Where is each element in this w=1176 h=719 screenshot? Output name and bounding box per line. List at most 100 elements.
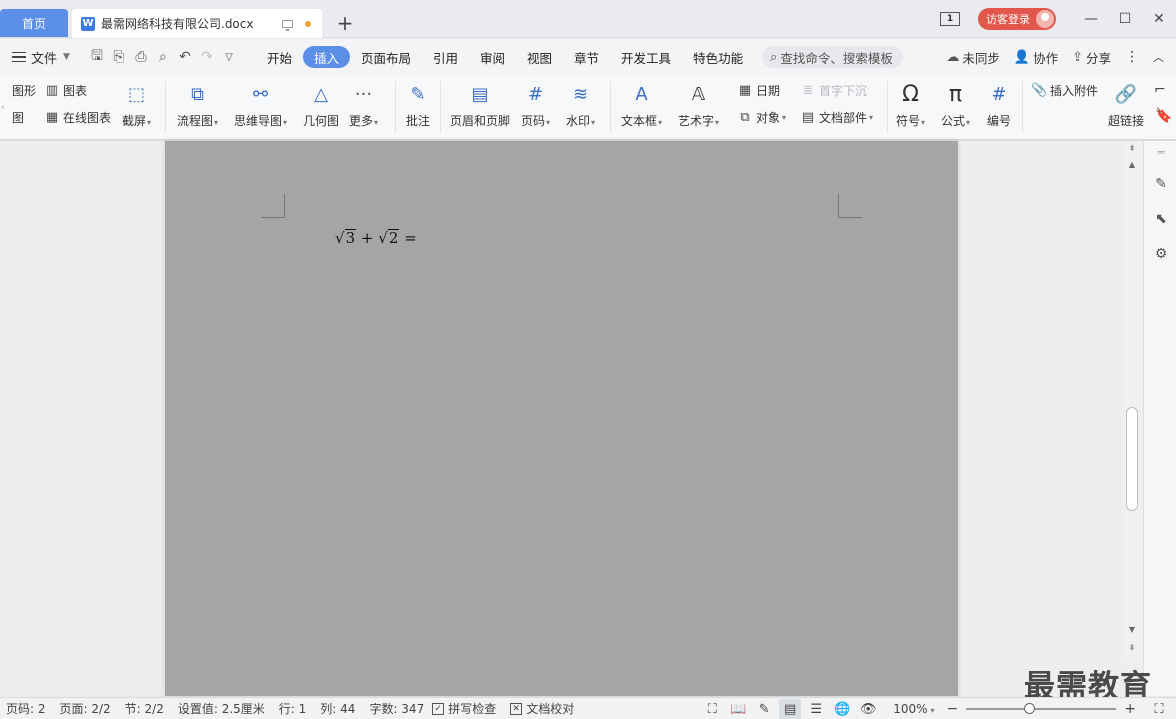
vertical-scrollbar[interactable]: ⇞ ▲ ▼ ⇟ — [1124, 141, 1140, 661]
symbol-button[interactable]: Ω 符号▾ — [896, 79, 925, 129]
print-icon[interactable]: ⎙ — [130, 49, 152, 65]
date-button[interactable]: ▦ 日期 — [737, 82, 780, 99]
shape-button[interactable]: 图形 — [12, 82, 36, 99]
tab-insert[interactable]: 插入 — [302, 46, 350, 68]
new-tab-plus-icon[interactable]: + — [336, 11, 354, 35]
fit-page-icon[interactable]: ⛶ — [1148, 699, 1170, 719]
header-footer-button[interactable]: ▤ 页眉和页脚 — [450, 79, 510, 129]
document-tab[interactable]: W 最需网络科技有限公司.docx — [72, 9, 322, 38]
zoom-slider-knob[interactable] — [1024, 703, 1036, 714]
object-button[interactable]: ⧉ 对象 ▾ — [737, 109, 786, 126]
scroll-up-icon[interactable]: ▲ — [1127, 160, 1137, 170]
hyperlink-button[interactable]: 🔗 超链接 — [1108, 79, 1144, 129]
collaborate-button[interactable]: 👤 协作 — [1014, 48, 1058, 67]
tab-page-layout[interactable]: 页面布局 — [350, 46, 422, 68]
zoom-out-icon[interactable]: − — [947, 701, 959, 717]
mindmap-button[interactable]: ⚯ 思维导图▾ — [234, 79, 287, 129]
doc-proofread-button[interactable]: ✕ 文档校对 — [510, 700, 574, 717]
undo-icon[interactable]: ↶ — [174, 49, 196, 65]
save-icon[interactable]: 🖫 — [86, 45, 108, 69]
tab-chapter[interactable]: 章节 — [563, 46, 610, 68]
adjust-sliders-icon[interactable]: ⚙ — [1153, 246, 1169, 262]
edit-mode-icon[interactable]: ✎ — [753, 699, 775, 719]
close-icon[interactable]: ✕ — [1142, 0, 1176, 38]
shape-label: 图形 — [12, 84, 37, 98]
more-options-icon[interactable]: ⋮ — [1125, 49, 1139, 65]
fullscreen-icon[interactable]: ⛶ — [701, 699, 723, 719]
status-row[interactable]: 行: 1 — [279, 700, 307, 717]
page-number-button[interactable]: # 页码▾ — [521, 79, 550, 129]
scroll-top-icon[interactable]: ⇞ — [1127, 144, 1137, 154]
tab-review[interactable]: 审阅 — [469, 46, 516, 68]
document-page[interactable]: √3 + √2 = — [165, 141, 958, 696]
crossref-icon[interactable]: ⌐ — [1154, 82, 1166, 98]
watermark-button[interactable]: ≋ 水印▾ — [566, 79, 595, 129]
zoom-slider[interactable] — [966, 703, 1117, 714]
status-pages[interactable]: 页面: 2/2 — [60, 700, 111, 717]
tab-start[interactable]: 开始 — [256, 46, 303, 68]
eye-protection-icon[interactable]: 👁 — [857, 699, 879, 719]
command-search-input[interactable]: ⌕ 查找命令、搜索模板 — [762, 46, 903, 68]
tab-references[interactable]: 引用 — [422, 46, 469, 68]
screenshot-button[interactable]: ⬚ 截屏▾ — [122, 79, 151, 129]
spell-check-button[interactable]: ✓ 拼写检查 — [432, 700, 496, 717]
panel-handle-icon[interactable]: ═ — [1153, 146, 1169, 162]
flowchart-button[interactable]: ⧉ 流程图▾ — [177, 79, 218, 129]
print-preview-icon[interactable]: ⌕ — [152, 49, 174, 65]
wordart-button[interactable]: 𝔸 艺术字▾ — [678, 79, 719, 129]
chevron-down-icon: ▼ — [63, 52, 70, 62]
home-tab[interactable]: 首页 — [0, 9, 68, 37]
doc-parts-button[interactable]: ▤ 文档部件 ▾ — [800, 109, 873, 126]
status-section[interactable]: 节: 2/2 — [125, 700, 164, 717]
minimize-icon[interactable]: — — [1074, 0, 1108, 38]
tab-developer[interactable]: 开发工具 — [610, 46, 682, 68]
insert-attachment-button[interactable]: 📎 插入附件 — [1031, 82, 1098, 99]
picture-button[interactable]: 图 — [12, 109, 24, 126]
ribbon-scroll-left-icon[interactable]: ‹ — [1, 103, 5, 113]
share-button[interactable]: ⇪ 分享 — [1072, 48, 1111, 67]
online-chart-button[interactable]: ▦ 在线图表 — [44, 109, 111, 126]
status-col[interactable]: 列: 44 — [320, 700, 355, 717]
formula-equation[interactable]: √3 + √2 = — [335, 229, 417, 247]
zoom-level[interactable]: 100% ▾ — [893, 702, 934, 716]
sync-button[interactable]: ☁ 未同步 — [946, 48, 1000, 67]
pen-icon[interactable]: ✎ — [1153, 176, 1169, 192]
tab-special[interactable]: 特色功能 — [682, 46, 754, 68]
scroll-down-icon[interactable]: ▼ — [1127, 625, 1137, 635]
monitor-icon[interactable] — [282, 19, 293, 31]
collapse-ribbon-icon[interactable]: ︿ — [1153, 49, 1164, 65]
formula-label: 公式 — [941, 114, 966, 128]
comment-button[interactable]: ✎ 批注 — [405, 79, 431, 129]
maximize-icon[interactable]: ☐ — [1108, 0, 1142, 38]
reading-mode-icon[interactable]: 📖 — [727, 699, 749, 719]
outline-view-icon[interactable]: ☰ — [805, 699, 827, 719]
chart-button[interactable]: ▥ 图表 — [44, 82, 87, 99]
redo-icon[interactable]: ↷ — [196, 49, 218, 65]
web-view-icon[interactable]: 🌐 — [831, 699, 853, 719]
status-page-code[interactable]: 页码: 2 — [6, 700, 46, 717]
textbox-button[interactable]: A 文本框▾ — [621, 79, 662, 129]
status-setting[interactable]: 设置值: 2.5厘米 — [178, 700, 265, 717]
avatar — [1036, 10, 1054, 28]
status-word-count[interactable]: 字数: 347 — [369, 700, 424, 717]
page-indicator-icon[interactable]: 1 — [940, 12, 960, 26]
customize-chevron-icon[interactable]: ▽ — [218, 52, 240, 63]
formula-button[interactable]: π 公式▾ — [941, 79, 970, 129]
geometry-button[interactable]: △ 几何图 — [303, 79, 339, 129]
format-painter-icon[interactable]: ⎘ — [108, 49, 130, 65]
cursor-icon[interactable]: ⬉ — [1153, 211, 1169, 227]
file-menu-button[interactable]: 文件 ▼ — [12, 48, 70, 67]
scroll-bottom-icon[interactable]: ⇟ — [1127, 643, 1137, 653]
document-tab-title: 最需网络科技有限公司.docx — [101, 17, 254, 31]
page-view-icon[interactable]: ▤ — [779, 699, 802, 719]
zoom-in-icon[interactable]: + — [1124, 701, 1136, 717]
scrollbar-thumb[interactable] — [1126, 407, 1138, 511]
more-dots-icon: ··· — [354, 83, 373, 105]
doc-parts-icon: ▤ — [801, 110, 815, 125]
visitor-login-button[interactable]: 访客登录 — [978, 8, 1056, 30]
tab-view[interactable]: 视图 — [516, 46, 563, 68]
more-button[interactable]: ··· 更多▾ — [349, 79, 378, 129]
numbering-button[interactable]: # 编号 — [986, 79, 1012, 129]
bookmark-icon[interactable]: 🔖 — [1155, 108, 1172, 124]
drop-cap-button[interactable]: ≣ 首字下沉 — [800, 82, 867, 99]
